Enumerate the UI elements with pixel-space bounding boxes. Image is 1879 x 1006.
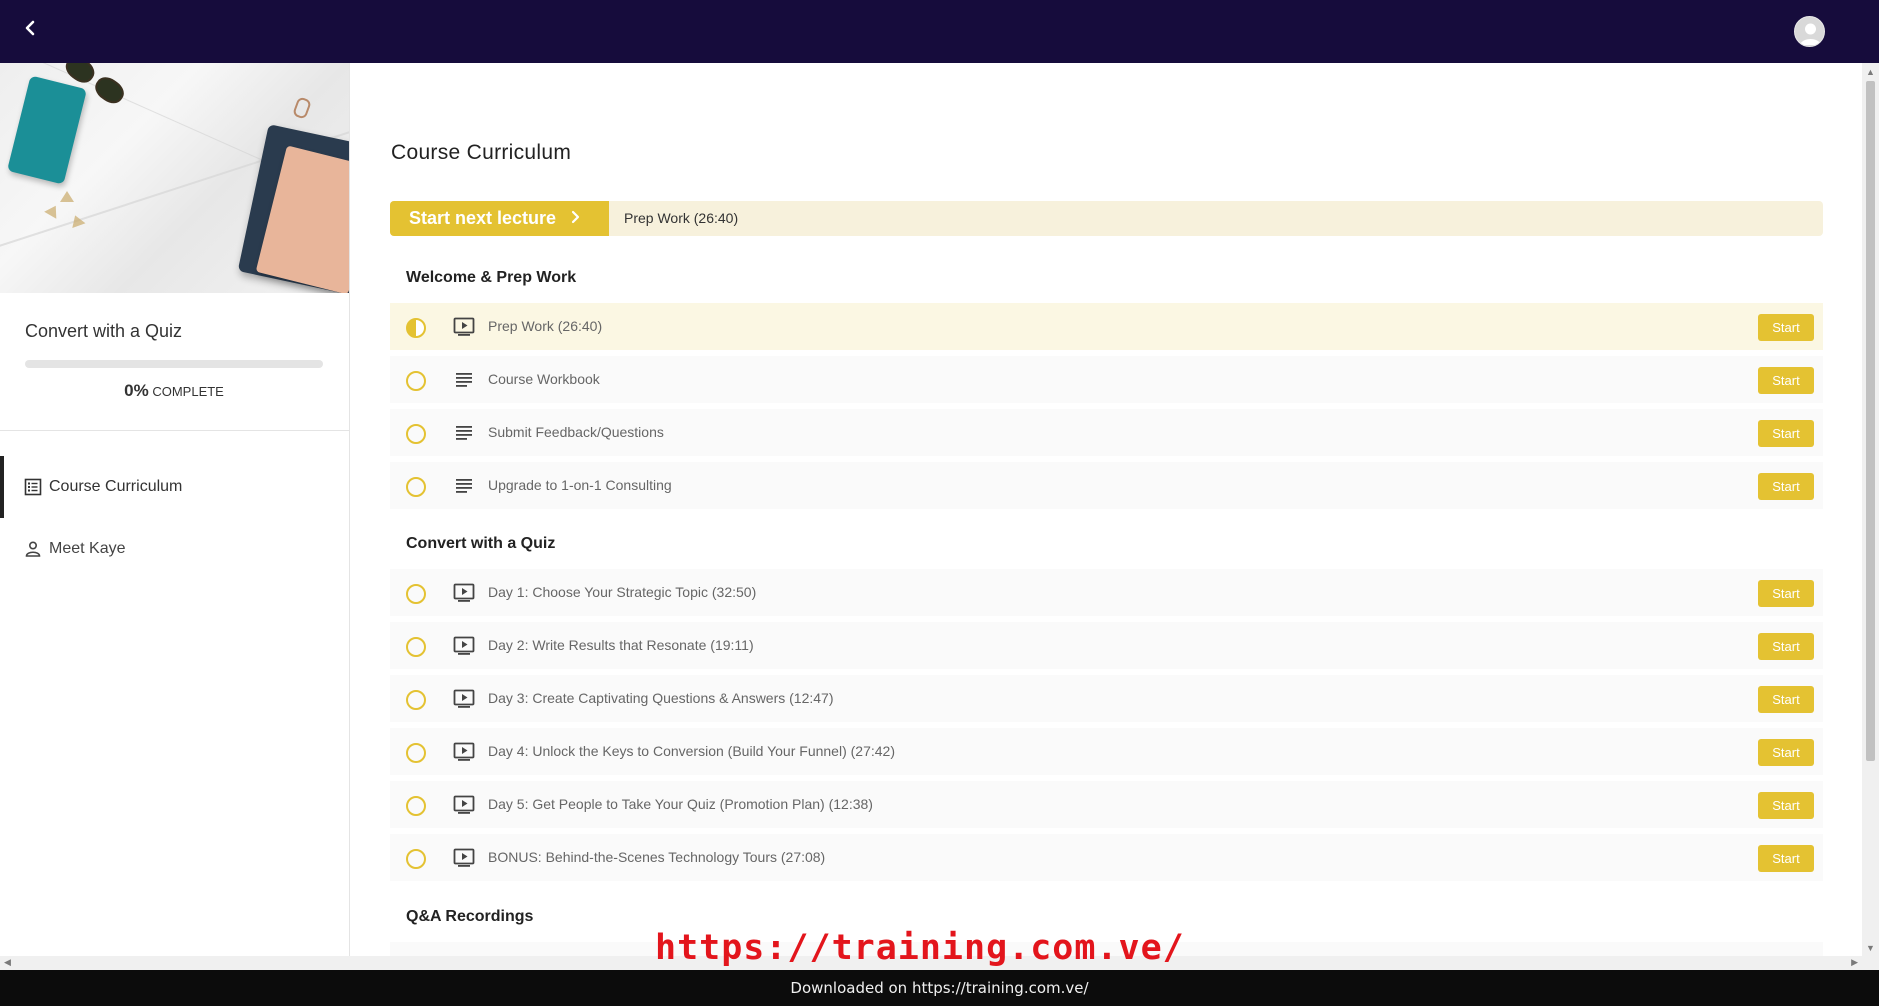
lecture-title: Day 5: Get People to Take Your Quiz (Pro… bbox=[488, 796, 873, 812]
progress-bar bbox=[25, 360, 323, 368]
not-started-icon bbox=[406, 849, 426, 869]
in-progress-icon bbox=[406, 318, 426, 338]
list-icon bbox=[24, 478, 42, 496]
scrollbar-thumb[interactable] bbox=[1866, 81, 1875, 761]
start-button[interactable]: Start bbox=[1758, 580, 1814, 607]
start-next-lecture-label: Start next lecture bbox=[409, 208, 557, 228]
lecture-row[interactable]: Course Workbook Start bbox=[390, 356, 1823, 406]
progress-percent: 0% bbox=[124, 381, 149, 400]
video-icon bbox=[453, 795, 475, 815]
scroll-down-icon[interactable]: ▼ bbox=[1866, 943, 1875, 953]
lecture-row[interactable]: Submit Feedback/Questions Start bbox=[390, 409, 1823, 459]
chevron-right-icon bbox=[570, 208, 582, 229]
video-icon bbox=[453, 848, 475, 868]
section-title: Convert with a Quiz bbox=[406, 535, 556, 552]
start-button[interactable]: Start bbox=[1758, 314, 1814, 341]
lecture-row[interactable]: Upgrade to 1-on-1 Consulting Start bbox=[390, 462, 1823, 512]
vertical-scrollbar[interactable]: ▲ ▼ bbox=[1862, 63, 1879, 956]
nav-meet-kaye[interactable]: Meet Kaye bbox=[0, 518, 349, 580]
not-started-icon bbox=[406, 424, 426, 444]
lecture-title: Course Workbook bbox=[488, 371, 600, 387]
next-lecture-title: Prep Work (26:40) bbox=[624, 210, 739, 226]
scroll-up-icon[interactable]: ▲ bbox=[1866, 67, 1875, 77]
lecture-row[interactable]: Day 4: Unlock the Keys to Conversion (Bu… bbox=[390, 728, 1823, 778]
not-started-icon bbox=[406, 637, 426, 657]
top-bar bbox=[0, 0, 1879, 63]
lecture-title: Day 2: Write Results that Resonate (19:1… bbox=[488, 637, 754, 653]
chevron-left-icon[interactable] bbox=[18, 16, 42, 40]
lecture-row[interactable]: Day 2: Write Results that Resonate (19:1… bbox=[390, 622, 1823, 672]
text-lines-icon bbox=[453, 370, 475, 390]
video-icon bbox=[453, 742, 475, 762]
lecture-title: BONUS: Behind-the-Scenes Technology Tour… bbox=[488, 849, 826, 865]
nav-label: Meet Kaye bbox=[49, 540, 126, 557]
start-button[interactable]: Start bbox=[1758, 633, 1814, 660]
nav-label: Course Curriculum bbox=[49, 478, 183, 495]
lecture-title: Day 1: Choose Your Strategic Topic (32:5… bbox=[488, 584, 757, 600]
not-started-icon bbox=[406, 690, 426, 710]
start-button[interactable]: Start bbox=[1758, 420, 1814, 447]
lecture-title: Prep Work (26:40) bbox=[488, 318, 603, 334]
course-image bbox=[0, 63, 349, 293]
lecture-row[interactable]: Day 5: Get People to Take Your Quiz (Pro… bbox=[390, 781, 1823, 831]
course-title: Convert with a Quiz bbox=[25, 321, 183, 341]
nav-course-curriculum[interactable]: Course Curriculum bbox=[0, 456, 349, 518]
lecture-row[interactable]: Day 3: Create Captivating Questions & An… bbox=[390, 675, 1823, 725]
start-button[interactable]: Start bbox=[1758, 367, 1814, 394]
text-lines-icon bbox=[453, 476, 475, 496]
section-title: Welcome & Prep Work bbox=[406, 269, 577, 286]
progress-suffix: COMPLETE bbox=[152, 384, 224, 399]
lecture-row[interactable]: BONUS: Behind-the-Scenes Technology Tour… bbox=[390, 834, 1823, 884]
main-content: Course Curriculum Start next lecture Pre… bbox=[351, 63, 1862, 956]
lecture-row[interactable]: Prep Work (26:40) Start bbox=[390, 303, 1823, 353]
not-started-icon bbox=[406, 371, 426, 391]
start-button[interactable]: Start bbox=[1758, 845, 1814, 872]
lecture-row[interactable]: Day 1: Choose Your Strategic Topic (32:5… bbox=[390, 569, 1823, 619]
start-button[interactable]: Start bbox=[1758, 739, 1814, 766]
section-title: Q&A Recordings bbox=[406, 908, 534, 925]
sidebar: Convert with a Quiz 0% COMPLETE Course C… bbox=[0, 63, 350, 956]
not-started-icon bbox=[406, 743, 426, 763]
video-icon bbox=[453, 317, 475, 337]
not-started-icon bbox=[406, 796, 426, 816]
start-next-lecture-button[interactable]: Start next lecture bbox=[390, 201, 609, 236]
lecture-title: Day 3: Create Captivating Questions & An… bbox=[488, 690, 834, 706]
start-button[interactable]: Start bbox=[1758, 473, 1814, 500]
progress-label: 0% COMPLETE bbox=[25, 381, 323, 401]
video-icon bbox=[453, 636, 475, 656]
lecture-title: Submit Feedback/Questions bbox=[488, 424, 664, 440]
start-button[interactable]: Start bbox=[1758, 792, 1814, 819]
start-button[interactable]: Start bbox=[1758, 686, 1814, 713]
not-started-icon bbox=[406, 584, 426, 604]
next-lecture-bar: Start next lecture Prep Work (26:40) bbox=[390, 201, 1823, 236]
video-icon bbox=[453, 583, 475, 603]
download-footer: Downloaded on https://training.com.ve/ bbox=[0, 970, 1879, 1006]
lecture-title: Day 4: Unlock the Keys to Conversion (Bu… bbox=[488, 743, 895, 759]
lecture-title: Upgrade to 1-on-1 Consulting bbox=[488, 477, 672, 493]
watermark: https://training.com.ve/ bbox=[655, 928, 1185, 968]
page-title: Course Curriculum bbox=[391, 141, 572, 164]
scroll-right-icon[interactable]: ▶ bbox=[1851, 957, 1858, 968]
not-started-icon bbox=[406, 477, 426, 497]
user-avatar[interactable] bbox=[1794, 16, 1825, 47]
text-lines-icon bbox=[453, 423, 475, 443]
divider bbox=[0, 430, 349, 431]
person-icon bbox=[24, 540, 42, 558]
scroll-left-icon[interactable]: ◀ bbox=[4, 957, 11, 968]
video-icon bbox=[453, 689, 475, 709]
